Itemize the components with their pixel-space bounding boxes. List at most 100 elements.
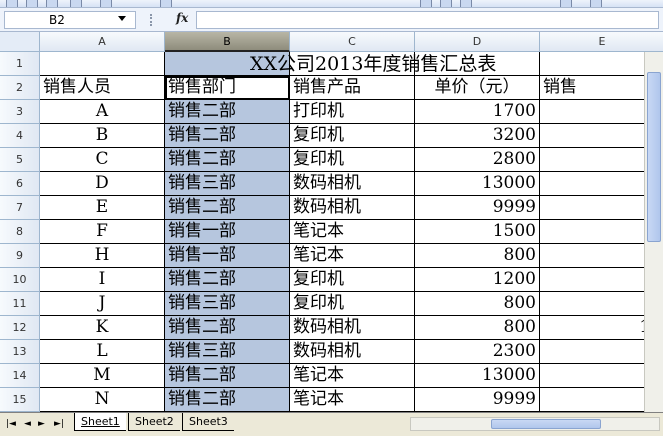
insert-function-icon[interactable]: fx — [176, 11, 188, 25]
table-cell[interactable]: H — [40, 244, 165, 268]
table-cell[interactable]: K — [40, 316, 165, 340]
table-cell[interactable]: 1200 — [415, 268, 540, 292]
table-cell[interactable]: C — [40, 148, 165, 172]
table-cell[interactable]: A — [40, 100, 165, 124]
table-cell[interactable]: 销售三部 — [165, 340, 290, 364]
table-cell[interactable]: 数码相机 — [290, 340, 415, 364]
row-header-7[interactable]: 7 — [0, 196, 40, 220]
table-cell[interactable]: F — [40, 220, 165, 244]
column-header-b[interactable]: B — [165, 32, 290, 52]
column-header-a[interactable]: A — [40, 32, 165, 52]
table-cell[interactable]: 销售一部 — [165, 244, 290, 268]
table-cell[interactable]: D — [40, 172, 165, 196]
table-header-cell[interactable]: 销售部门 — [165, 76, 290, 100]
horizontal-scrollbar-thumb[interactable] — [491, 419, 601, 429]
chevron-down-icon[interactable] — [118, 16, 126, 21]
vertical-scrollbar[interactable] — [644, 52, 663, 412]
table-cell[interactable]: 笔记本 — [290, 388, 415, 412]
row-header-14[interactable]: 14 — [0, 364, 40, 388]
print-icon[interactable] — [70, 0, 82, 7]
table-header-cell[interactable]: 销售产品 — [290, 76, 415, 100]
select-all-corner[interactable] — [0, 32, 40, 52]
open-icon[interactable] — [26, 0, 38, 7]
table-cell[interactable]: 数码相机 — [290, 316, 415, 340]
table-cell[interactable]: 销售三部 — [165, 172, 290, 196]
align-center-icon[interactable] — [440, 0, 452, 7]
table-cell[interactable]: 销售三部 — [165, 292, 290, 316]
cell[interactable] — [40, 52, 165, 76]
row-header-3[interactable]: 3 — [0, 100, 40, 124]
table-cell[interactable]: 2800 — [415, 148, 540, 172]
table-cell[interactable]: 复印机 — [290, 268, 415, 292]
format-painter-icon[interactable] — [100, 0, 112, 7]
fill-color-icon[interactable] — [590, 0, 602, 7]
row-header-5[interactable]: 5 — [0, 148, 40, 172]
table-cell[interactable]: B — [40, 124, 165, 148]
first-sheet-button[interactable]: |◄ — [6, 419, 16, 429]
align-left-icon[interactable] — [420, 0, 432, 7]
table-cell[interactable]: I — [40, 268, 165, 292]
row-header-10[interactable]: 10 — [0, 268, 40, 292]
next-sheet-button[interactable]: ► — [38, 419, 45, 429]
table-cell[interactable]: M — [40, 364, 165, 388]
table-cell[interactable]: 13000 — [415, 172, 540, 196]
formula-input[interactable] — [196, 11, 659, 29]
table-cell[interactable]: 数码相机 — [290, 172, 415, 196]
name-box[interactable]: B2 — [4, 11, 136, 29]
table-cell[interactable]: J — [40, 292, 165, 316]
last-sheet-button[interactable]: ►| — [54, 419, 64, 429]
table-cell[interactable]: 销售二部 — [165, 124, 290, 148]
row-header-6[interactable]: 6 — [0, 172, 40, 196]
column-header-c[interactable]: C — [290, 32, 415, 52]
row-header-2[interactable]: 2 — [0, 76, 40, 100]
table-cell[interactable]: 3200 — [415, 124, 540, 148]
table-cell[interactable]: 销售一部 — [165, 220, 290, 244]
row-header-9[interactable]: 9 — [0, 244, 40, 268]
column-header-e[interactable]: E — [540, 32, 663, 52]
row-header-4[interactable]: 4 — [0, 124, 40, 148]
table-cell[interactable]: 13000 — [415, 364, 540, 388]
table-cell[interactable]: 打印机 — [290, 100, 415, 124]
table-cell[interactable]: 1700 — [415, 100, 540, 124]
table-cell[interactable]: 销售二部 — [165, 388, 290, 412]
table-cell[interactable]: 销售二部 — [165, 148, 290, 172]
table-cell[interactable]: 销售二部 — [165, 316, 290, 340]
align-right-icon[interactable] — [460, 0, 472, 7]
table-cell[interactable]: 800 — [415, 244, 540, 268]
table-cell[interactable]: 笔记本 — [290, 364, 415, 388]
table-cell[interactable]: 800 — [415, 316, 540, 340]
table-cell[interactable]: 复印机 — [290, 292, 415, 316]
table-cell[interactable]: 复印机 — [290, 148, 415, 172]
table-cell[interactable]: 销售二部 — [165, 364, 290, 388]
table-cell[interactable]: 9999 — [415, 196, 540, 220]
horizontal-scrollbar[interactable] — [410, 417, 660, 431]
table-cell[interactable]: 复印机 — [290, 124, 415, 148]
new-icon[interactable] — [6, 0, 18, 7]
row-header-8[interactable]: 8 — [0, 220, 40, 244]
table-cell[interactable]: L — [40, 340, 165, 364]
table-cell[interactable]: 9999 — [415, 388, 540, 412]
table-header-cell[interactable]: 销售人员 — [40, 76, 165, 100]
table-cell[interactable]: 销售二部 — [165, 100, 290, 124]
tab-sheet3[interactable]: Sheet3 — [182, 413, 234, 431]
vertical-scrollbar-thumb[interactable] — [647, 72, 661, 242]
table-cell[interactable]: 笔记本 — [290, 220, 415, 244]
table-cell[interactable]: 2300 — [415, 340, 540, 364]
column-header-d[interactable]: D — [415, 32, 540, 52]
table-cell[interactable]: 800 — [415, 292, 540, 316]
row-header-11[interactable]: 11 — [0, 292, 40, 316]
table-cell[interactable]: 销售二部 — [165, 268, 290, 292]
prev-sheet-button[interactable]: ◄ — [24, 419, 31, 429]
row-header-1[interactable]: 1 — [0, 52, 40, 76]
merge-center-icon[interactable] — [560, 0, 572, 7]
table-cell[interactable]: E — [40, 196, 165, 220]
table-cell[interactable]: 1500 — [415, 220, 540, 244]
table-cell[interactable]: N — [40, 388, 165, 412]
table-cell[interactable]: 笔记本 — [290, 244, 415, 268]
save-icon[interactable] — [46, 0, 58, 7]
tab-sheet1[interactable]: Sheet1 — [74, 413, 126, 431]
table-header-cell[interactable]: 单价（元） — [415, 76, 540, 100]
table-cell[interactable]: 数码相机 — [290, 196, 415, 220]
row-header-13[interactable]: 13 — [0, 340, 40, 364]
row-header-12[interactable]: 12 — [0, 316, 40, 340]
